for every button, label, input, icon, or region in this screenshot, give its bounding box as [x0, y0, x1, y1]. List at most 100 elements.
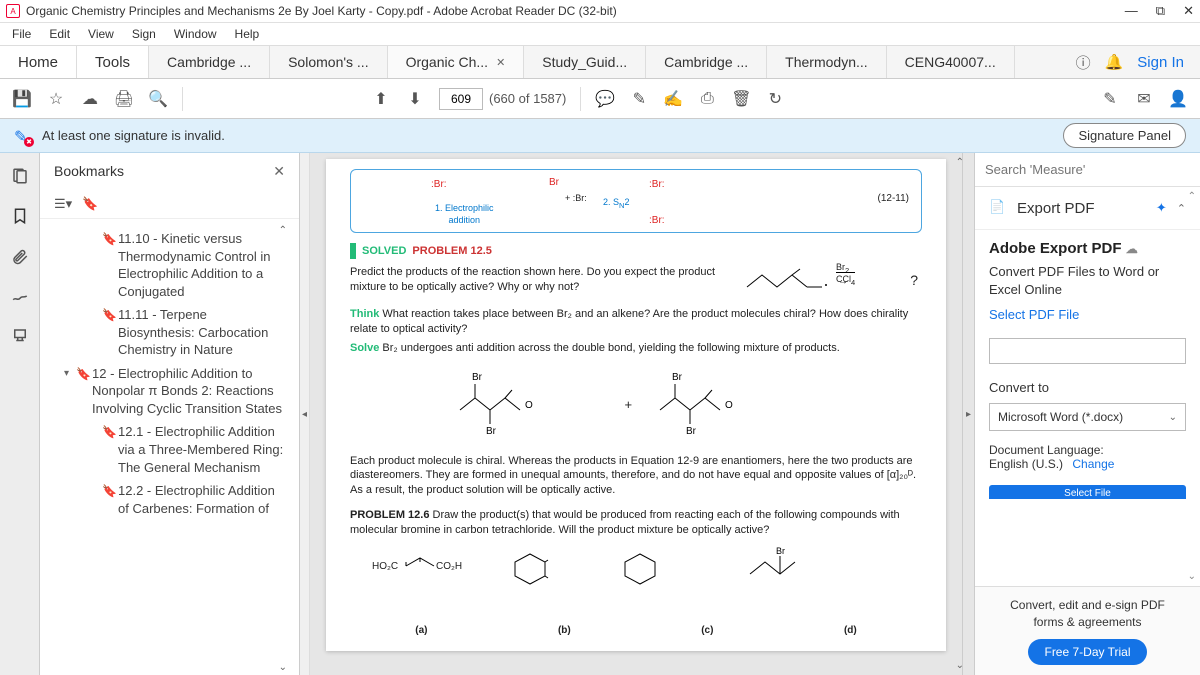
- bookmark-item[interactable]: 🔖 12.2 - Electrophilic Addition of Carbe…: [40, 479, 293, 520]
- reaction-scheme: Br2CCl4 → ?: [742, 265, 922, 301]
- svg-text:Br: Br: [672, 372, 683, 383]
- select-file-button[interactable]: Select File: [989, 485, 1186, 499]
- scroll-down-icon[interactable]: ⌄: [279, 662, 287, 673]
- layers-icon[interactable]: [9, 325, 31, 347]
- bell-icon[interactable]: 🔔: [1105, 53, 1124, 71]
- sign-icon[interactable]: ✍: [663, 89, 683, 109]
- comment-icon[interactable]: 💬: [595, 89, 615, 109]
- bookmark-options-icon[interactable]: ☰▾: [54, 196, 72, 212]
- maximize-button[interactable]: ⧉: [1156, 3, 1165, 19]
- minimize-button[interactable]: —: [1125, 3, 1138, 19]
- close-icon[interactable]: ✕: [496, 56, 505, 69]
- tab-doc-4[interactable]: Cambridge ...: [646, 46, 767, 78]
- menu-window[interactable]: Window: [166, 25, 225, 43]
- scroll-down-icon[interactable]: ⌄: [956, 660, 964, 671]
- bookmarks-list: ⌃ 🔖 11.10 - Kinetic versus Thermodynamic…: [40, 223, 299, 675]
- bookmark-ribbon-icon: 🔖: [102, 231, 118, 247]
- reaction-diagram: :Br: Br :Br: :Br: 1. Electrophilicadditi…: [350, 169, 922, 233]
- tools-search-input[interactable]: [975, 162, 1200, 177]
- scroll-up-icon[interactable]: ⌃: [956, 157, 964, 168]
- selected-file-box[interactable]: [989, 338, 1186, 364]
- highlight-icon[interactable]: ✎: [629, 89, 649, 109]
- separator: [182, 87, 183, 111]
- print-icon[interactable]: 🖨: [114, 89, 134, 109]
- tab-doc-2[interactable]: Organic Ch...✕: [388, 46, 525, 78]
- left-rail: [0, 153, 40, 675]
- scroll-down-icon[interactable]: ⌄: [1188, 571, 1196, 582]
- bookmark-item[interactable]: 🔖 11.11 - Terpene Biosynthesis: Carbocat…: [40, 303, 293, 362]
- tab-doc-1[interactable]: Solomon's ...: [270, 46, 388, 78]
- star-icon[interactable]: ☆: [46, 89, 66, 109]
- close-panel-icon[interactable]: ✕: [273, 163, 285, 180]
- export-pdf-icon: 📄: [989, 199, 1007, 217]
- page-up-icon[interactable]: ⬆: [371, 89, 391, 109]
- menu-view[interactable]: View: [80, 25, 122, 43]
- doc-language-label: Document Language:: [989, 443, 1186, 457]
- bookmark-ribbon-icon: 🔖: [102, 483, 118, 499]
- menu-edit[interactable]: Edit: [41, 25, 78, 43]
- expand-right-panel-button[interactable]: ▸: [962, 153, 974, 675]
- separator: [580, 87, 581, 111]
- sign-in-link[interactable]: Sign In: [1137, 54, 1184, 71]
- signatures-rail-icon[interactable]: [9, 285, 31, 307]
- tab-doc-3[interactable]: Study_Guid...: [524, 46, 646, 78]
- doc-language-value: English (U.S.): [989, 457, 1063, 471]
- stamp-icon[interactable]: ⎙: [697, 89, 717, 109]
- menu-sign[interactable]: Sign: [124, 25, 164, 43]
- scroll-up-icon[interactable]: ⌃: [1188, 191, 1196, 202]
- tab-doc-5[interactable]: Thermodyn...: [767, 46, 886, 78]
- tab-doc-6[interactable]: CENG40007...: [887, 46, 1015, 78]
- signature-bar: At least one signature is invalid. Signa…: [0, 119, 1200, 153]
- bookmarks-icon[interactable]: [9, 205, 31, 227]
- collapse-bookmarks-button[interactable]: ◂: [300, 153, 310, 675]
- svg-text:Br: Br: [486, 426, 497, 437]
- find-bookmark-icon[interactable]: 🔖: [82, 196, 98, 212]
- bookmark-item[interactable]: 🔖 11.10 - Kinetic versus Thermodynamic C…: [40, 227, 293, 303]
- rotate-icon[interactable]: ↻: [765, 89, 785, 109]
- chevron-down-icon: ⌄: [1169, 412, 1177, 423]
- pdf-page: :Br: Br :Br: :Br: 1. Electrophilicadditi…: [326, 159, 946, 651]
- search-icon[interactable]: 🔍: [148, 89, 168, 109]
- chevron-up-icon[interactable]: ⌃: [1177, 202, 1186, 215]
- signature-invalid-icon: [14, 127, 32, 145]
- attachments-icon[interactable]: [9, 245, 31, 267]
- page-down-icon[interactable]: ⬇: [405, 89, 425, 109]
- select-pdf-link[interactable]: Select PDF File: [989, 307, 1186, 322]
- thumbnails-icon[interactable]: [9, 165, 31, 187]
- export-pdf-row[interactable]: 📄 Export PDF ✦ ⌃: [975, 187, 1200, 230]
- tab-doc-0[interactable]: Cambridge ...: [149, 46, 270, 78]
- share-icon[interactable]: 👤: [1168, 89, 1188, 109]
- tab-tools[interactable]: Tools: [77, 46, 149, 78]
- menu-help[interactable]: Help: [227, 25, 268, 43]
- document-viewport[interactable]: ⌃ :Br: Br :Br: :Br: 1. Electrophilicaddi…: [310, 153, 974, 675]
- trial-footer: Convert, edit and e-sign PDFforms & agre…: [975, 586, 1200, 675]
- convert-to-label: Convert to: [975, 370, 1200, 399]
- bookmark-item[interactable]: 🔖 12.1 - Electrophilic Addition via a Th…: [40, 420, 293, 479]
- trash-icon[interactable]: 🗑: [731, 89, 751, 109]
- menu-file[interactable]: File: [4, 25, 39, 43]
- svg-text:Br: Br: [686, 426, 697, 437]
- tab-home[interactable]: Home: [0, 46, 77, 78]
- chevron-down-icon[interactable]: ▾: [64, 367, 76, 381]
- change-language-link[interactable]: Change: [1072, 457, 1114, 471]
- page-number-input[interactable]: [439, 88, 483, 110]
- problem-molecules: HO₂C CO₂H Br: [350, 544, 922, 590]
- bookmark-item[interactable]: ▾ 🔖 12 - Electrophilic Addition to Nonpo…: [40, 362, 293, 421]
- problem-text: Predict the products of the reaction sho…: [350, 265, 730, 301]
- format-select[interactable]: Microsoft Word (*.docx) ⌄: [989, 403, 1186, 431]
- bookmark-ribbon-icon: 🔖: [102, 424, 118, 440]
- tools-panel: ⌃ 📄 Export PDF ✦ ⌃ Adobe Export PDF ☁ Co…: [974, 153, 1200, 675]
- titlebar: A Organic Chemistry Principles and Mecha…: [0, 0, 1200, 23]
- page-total: (660 of 1587): [489, 91, 566, 106]
- explanation-text: Each product molecule is chiral. Whereas…: [350, 454, 922, 499]
- free-trial-button[interactable]: Free 7-Day Trial: [1028, 639, 1146, 665]
- close-button[interactable]: ✕: [1183, 3, 1194, 19]
- scroll-up-icon[interactable]: ⌃: [279, 225, 287, 236]
- cloud-icon[interactable]: ☁: [80, 89, 100, 109]
- cloud-icon: ☁: [1126, 242, 1138, 256]
- share-sign-icon[interactable]: ✎: [1100, 89, 1120, 109]
- signature-panel-button[interactable]: Signature Panel: [1063, 123, 1186, 148]
- save-icon[interactable]: 💾: [12, 89, 32, 109]
- help-icon[interactable]: ⓘ: [1076, 52, 1091, 73]
- email-icon[interactable]: ✉: [1134, 89, 1154, 109]
